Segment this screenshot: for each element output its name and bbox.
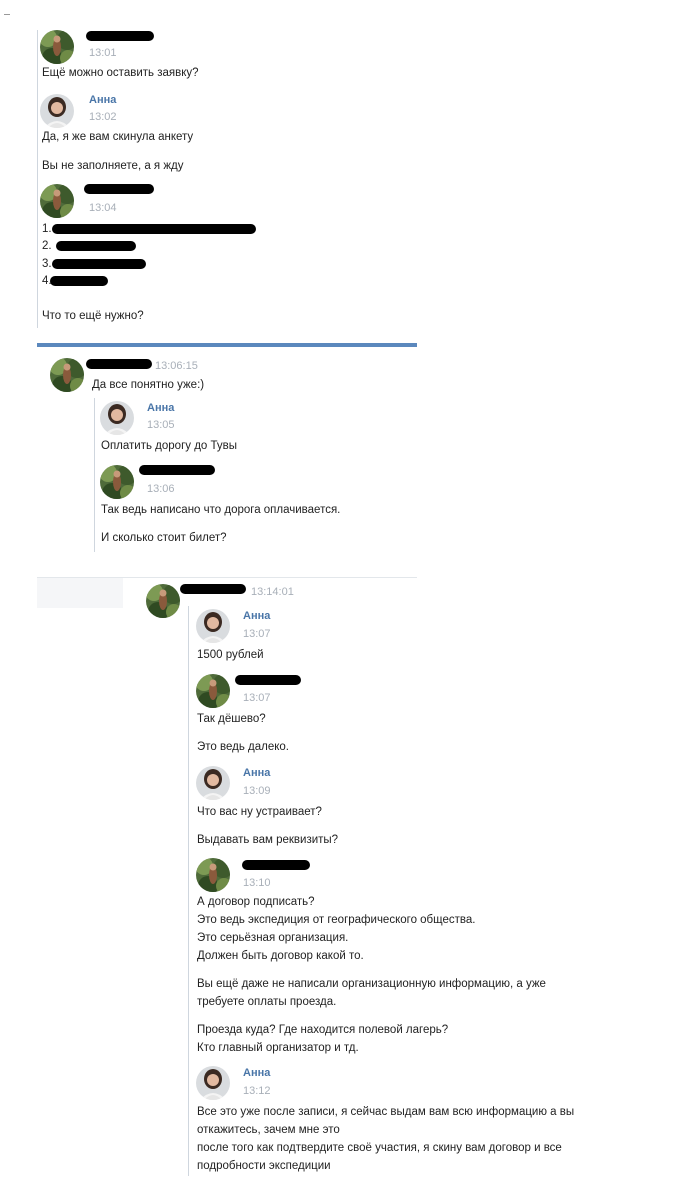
message-text: А договор подписать? xyxy=(197,896,315,908)
message-text: Так ведь написано что дорога оплачиваетс… xyxy=(101,504,341,516)
message-text: откажитесь, зачем мне это xyxy=(197,1124,340,1136)
woman-avatar-icon[interactable] xyxy=(100,401,134,435)
message-text: Что вас ну устраивает? xyxy=(197,806,322,818)
message-time: 13:01 xyxy=(89,47,117,59)
forwarded-line xyxy=(188,606,189,1176)
message-text: Оплатить дорогу до Тувы xyxy=(101,440,238,452)
redacted-name xyxy=(84,184,154,194)
forest-avatar-icon[interactable] xyxy=(146,584,180,618)
message-text: Что то ещё нужно? xyxy=(42,310,144,322)
redacted-text xyxy=(50,276,108,286)
message-text: Да, я же вам скинула анкету xyxy=(42,131,194,143)
message-time: 13:06 xyxy=(147,483,175,495)
sender-name[interactable]: Анна xyxy=(243,767,270,779)
message-time: 13:10 xyxy=(243,877,271,889)
list-item: 3. xyxy=(42,258,52,270)
redacted-name xyxy=(139,465,215,475)
redacted-name xyxy=(86,359,152,369)
message-text: Это серьёзная организация. xyxy=(197,932,349,944)
woman-avatar-icon[interactable] xyxy=(196,609,230,643)
message-time: 13:14:01 xyxy=(251,586,294,598)
sender-name[interactable]: Анна xyxy=(89,94,116,106)
gray-panel xyxy=(37,578,123,608)
message-text: подробности экспедиции xyxy=(197,1160,331,1172)
message-text: И сколько стоит билет? xyxy=(101,532,227,544)
forest-avatar-icon[interactable] xyxy=(40,30,74,64)
forest-avatar-icon[interactable] xyxy=(50,358,84,392)
message-text: Кто главный организатор и тд. xyxy=(197,1042,359,1054)
woman-avatar-icon[interactable] xyxy=(40,94,74,128)
forest-avatar-icon[interactable] xyxy=(196,858,230,892)
message-time: 13:06:15 xyxy=(155,360,198,372)
sender-name[interactable]: Анна xyxy=(243,610,270,622)
message-text: Выдавать вам реквизиты? xyxy=(197,834,339,846)
page-corner-mark xyxy=(4,14,10,15)
forest-avatar-icon[interactable] xyxy=(40,184,74,218)
message-text: Проезда куда? Где находится полевой лаге… xyxy=(197,1024,449,1036)
message-text: Так дёшево? xyxy=(197,713,266,725)
message-text: Должен быть договор какой то. xyxy=(197,950,364,962)
list-item: 1. xyxy=(42,223,52,235)
message-text: Ещё можно оставить заявку? xyxy=(42,67,199,79)
message-time: 13:12 xyxy=(243,1085,271,1097)
message-text: требуете оплаты проезда. xyxy=(197,996,337,1008)
message-text: Да все понятно уже:) xyxy=(92,379,205,391)
forest-avatar-icon[interactable] xyxy=(196,674,230,708)
message-time: 13:05 xyxy=(147,419,175,431)
redacted-name xyxy=(235,675,301,685)
redacted-text xyxy=(52,224,256,234)
message-time: 13:02 xyxy=(89,111,117,123)
message-text: после того как подтвердите своё участия,… xyxy=(197,1142,562,1154)
message-time: 13:07 xyxy=(243,692,271,704)
forwarded-line xyxy=(94,398,95,552)
redacted-name xyxy=(86,31,154,41)
forest-avatar-icon[interactable] xyxy=(100,465,134,499)
message-text: Вы ещё даже не написали организационную … xyxy=(197,978,546,990)
sender-name[interactable]: Анна xyxy=(243,1067,270,1079)
thread-line xyxy=(37,30,38,328)
message-text: Это ведь далеко. xyxy=(197,741,289,753)
woman-avatar-icon[interactable] xyxy=(196,766,230,800)
message-time: 13:07 xyxy=(243,628,271,640)
woman-avatar-icon[interactable] xyxy=(196,1066,230,1100)
message-time: 13:09 xyxy=(243,785,271,797)
message-time: 13:04 xyxy=(89,202,117,214)
redacted-name xyxy=(180,584,246,594)
message-text: Это ведь экспедиция от географического о… xyxy=(197,914,476,926)
message-text: Все это уже после записи, я сейчас выдам… xyxy=(197,1106,575,1118)
message-text: Вы не заполняете, а я жду xyxy=(42,160,184,172)
list-item: 2. xyxy=(42,240,52,252)
redacted-text xyxy=(52,259,146,269)
sender-name[interactable]: Анна xyxy=(147,402,174,414)
message-text: 1500 рублей xyxy=(197,649,264,661)
redacted-text xyxy=(56,241,136,251)
redacted-name xyxy=(242,860,310,870)
section-divider xyxy=(37,343,417,347)
